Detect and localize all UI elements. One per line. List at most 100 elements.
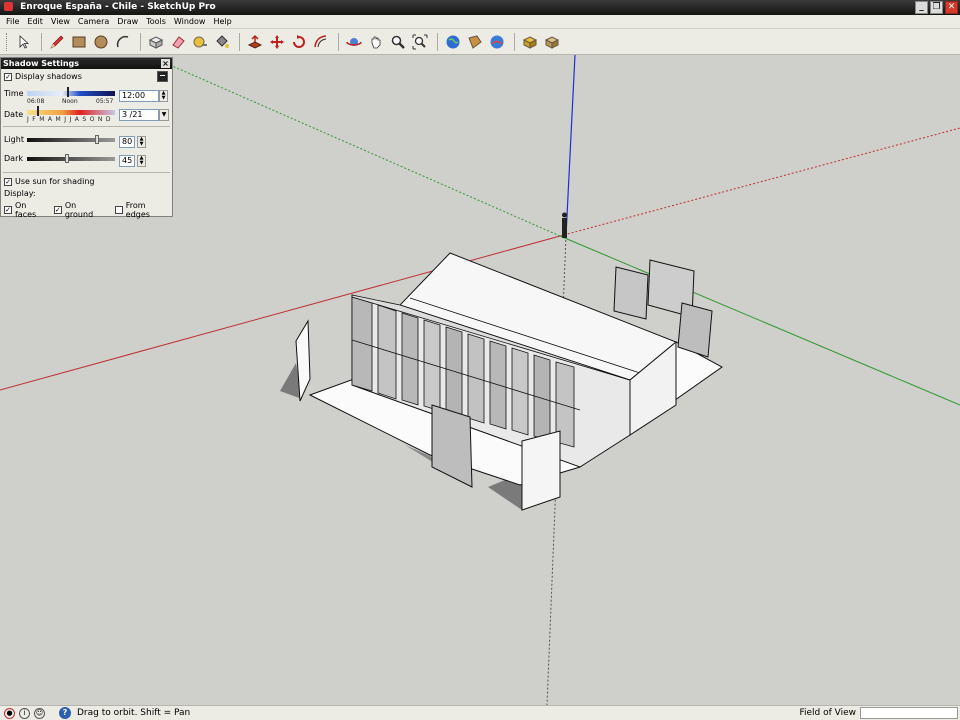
pan-tool-icon[interactable] — [366, 32, 386, 52]
main-toolbar — [0, 29, 960, 55]
on-faces-label: On faces — [14, 201, 37, 219]
light-spinner[interactable]: ▲ ▼ — [137, 136, 146, 148]
orbit-tool-icon[interactable] — [344, 32, 364, 52]
instructor-help-icon[interactable]: ? — [59, 707, 71, 719]
get-component-icon[interactable] — [520, 32, 540, 52]
dark-slider-thumb[interactable] — [64, 154, 69, 163]
date-slider[interactable] — [27, 110, 115, 115]
toolbar-separator — [338, 32, 339, 51]
date-dropdown-button[interactable]: ▼ — [159, 109, 169, 121]
dark-spinner[interactable]: ▲ ▼ — [137, 155, 146, 167]
rotate-tool-icon[interactable] — [289, 32, 309, 52]
toolbar-separator — [41, 32, 42, 51]
geo-location-icon[interactable]: ● — [4, 707, 15, 719]
credits-icon[interactable]: i — [19, 707, 30, 719]
arc-tool-icon[interactable] — [113, 32, 133, 52]
date-label: Date — [4, 110, 24, 119]
light-slider-thumb[interactable] — [95, 135, 100, 144]
light-field[interactable]: 80 — [119, 136, 135, 148]
toolbar-separator — [239, 32, 240, 51]
paint-bucket-icon[interactable] — [212, 32, 232, 52]
user-icon[interactable]: ☺ — [34, 707, 45, 719]
date-slider-thumb[interactable] — [37, 106, 39, 116]
time-slider[interactable] — [27, 91, 115, 96]
time-start-label: 06:08 — [27, 98, 45, 105]
on-ground-checkbox[interactable]: ✓ — [53, 206, 62, 214]
menu-help[interactable]: Help — [209, 15, 235, 29]
from-edges-checkbox[interactable] — [114, 206, 123, 214]
zoom-tool-icon[interactable] — [388, 32, 408, 52]
status-hint: Drag to orbit. Shift = Pan — [77, 708, 191, 718]
push-pull-icon[interactable] — [245, 32, 265, 52]
circle-tool-icon[interactable] — [91, 32, 111, 52]
pencil-tool-icon[interactable] — [47, 32, 67, 52]
panel-divider — [3, 126, 170, 127]
move-tool-icon[interactable] — [267, 32, 287, 52]
status-bar: ● i ☺ ? Drag to orbit. Shift = Pan Field… — [0, 705, 960, 720]
time-end-label: 05:57 — [96, 98, 114, 105]
month-labels: J F M A M J J A S O N D — [27, 116, 112, 123]
measurements-box[interactable] — [860, 707, 958, 719]
collapse-details-button[interactable] — [157, 71, 168, 82]
display-options-row: ✓ On faces ✓ On ground From edges — [4, 201, 172, 219]
display-label: Display: — [4, 189, 36, 198]
light-label: Light — [4, 135, 24, 144]
fov-label: Field of View — [799, 708, 856, 718]
light-slider[interactable] — [27, 138, 115, 142]
on-faces-checkbox[interactable]: ✓ — [4, 206, 12, 214]
time-field[interactable]: 12:00 — [119, 90, 159, 102]
window-title: Enroque España - Chile - SketchUp Pro — [20, 2, 216, 12]
dark-slider[interactable] — [27, 157, 115, 161]
time-spinner[interactable]: ▲ ▼ — [159, 90, 168, 102]
menu-file[interactable]: File — [2, 15, 23, 29]
restore-button[interactable]: ❐ — [930, 1, 943, 14]
make-component-icon[interactable] — [146, 32, 166, 52]
menu-window[interactable]: Window — [170, 15, 210, 29]
toolbar-separator — [140, 32, 141, 51]
display-shadows-checkbox[interactable]: ✓ — [4, 72, 12, 81]
shadow-settings-close-button[interactable]: × — [161, 59, 170, 68]
rear-panel-3 — [677, 302, 713, 358]
minimize-button[interactable]: _ — [915, 1, 928, 14]
google-earth-icon[interactable] — [487, 32, 507, 52]
time-noon-label: Noon — [62, 98, 78, 105]
window-controls: _ ❐ ✕ — [915, 1, 958, 14]
offset-tool-icon[interactable] — [311, 32, 331, 52]
rectangle-tool-icon[interactable] — [69, 32, 89, 52]
toolbar-grip[interactable] — [6, 32, 10, 51]
share-component-icon[interactable] — [542, 32, 562, 52]
menu-bar: File Edit View Camera Draw Tools Window … — [0, 15, 960, 29]
sketchup-app-icon — [4, 2, 13, 11]
shadow-settings-panel: Shadow Settings × ✓ Display shadows Time… — [0, 57, 173, 219]
collapse-icon — [160, 75, 165, 76]
toolbar-separator — [437, 32, 438, 51]
use-sun-checkbox[interactable]: ✓ — [4, 177, 12, 186]
shadow-settings-title-bar[interactable]: Shadow Settings × — [1, 58, 172, 69]
time-slider-thumb[interactable] — [67, 87, 69, 97]
from-edges-label: From edges — [125, 201, 150, 219]
menu-edit[interactable]: Edit — [23, 15, 47, 29]
select-tool-icon[interactable] — [14, 32, 34, 52]
menu-draw[interactable]: Draw — [113, 15, 142, 29]
display-shadows-row: ✓ Display shadows — [4, 72, 82, 81]
eraser-tool-icon[interactable] — [168, 32, 188, 52]
rear-panel-1 — [613, 266, 649, 320]
dark-field[interactable]: 45 — [119, 155, 135, 167]
tape-measure-icon[interactable] — [190, 32, 210, 52]
date-field[interactable]: 3 /21 — [119, 109, 159, 121]
share-model-icon[interactable] — [465, 32, 485, 52]
title-bar: Enroque España - Chile - SketchUp Pro _ … — [0, 0, 960, 15]
scale-figure — [562, 212, 567, 238]
display-shadows-label: Display shadows — [15, 72, 82, 81]
close-button[interactable]: ✕ — [945, 1, 958, 14]
blue-axis-line — [565, 55, 576, 237]
use-sun-label: Use sun for shading — [15, 177, 95, 186]
red-axis-dashed — [559, 127, 960, 237]
zoom-extents-icon[interactable] — [410, 32, 430, 52]
time-label: Time — [4, 89, 24, 98]
menu-camera[interactable]: Camera — [74, 15, 113, 29]
dark-label: Dark — [4, 154, 23, 163]
menu-view[interactable]: View — [47, 15, 74, 29]
get-models-icon[interactable] — [443, 32, 463, 52]
menu-tools[interactable]: Tools — [142, 15, 170, 29]
